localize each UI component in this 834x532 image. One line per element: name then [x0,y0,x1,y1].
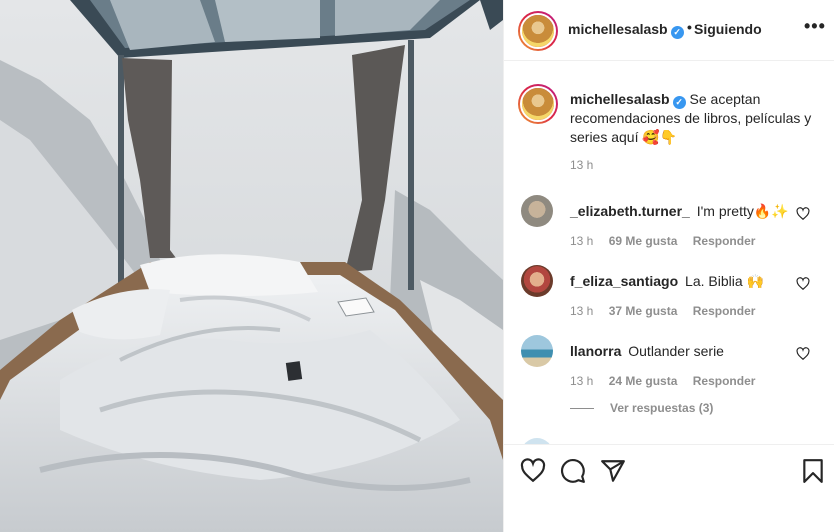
comment-icon[interactable] [560,458,586,484]
comment-text: llanorra Outlander serie [570,343,790,359]
author-username[interactable]: michellesalasb ✓ [568,21,684,39]
post-header: michellesalasb ✓ • Siguiendo ••• [504,0,834,61]
caption-timestamp[interactable]: 13 h [570,158,593,172]
commenter-avatar[interactable] [521,195,553,227]
reply-button[interactable]: Responder [693,234,756,248]
comment-body: Outlander serie [628,343,724,359]
caption-text: michellesalasb ✓ Se aceptan recomendacion… [570,90,820,146]
bookmark-icon[interactable] [800,458,826,484]
comments-section[interactable]: michellesalasb ✓ Se aceptan recomendacion… [504,62,834,444]
post-side-panel: michellesalasb ✓ • Siguiendo ••• michelle… [503,0,834,532]
comment-item: f_eliza_santiago La. Biblia 🙌 13 h 37 Me… [504,265,834,335]
commenter-username[interactable]: llanorra [570,343,621,359]
comment-time[interactable]: 13 h [570,304,593,318]
comment-meta: 13 h 69 Me gusta Responder [570,234,767,248]
like-comment-heart-icon[interactable] [796,277,810,291]
comment-likes[interactable]: 24 Me gusta [609,374,678,388]
post-photo[interactable] [0,0,503,532]
separator-dot: • [687,19,692,35]
comment-likes[interactable]: 69 Me gusta [609,234,678,248]
commenter-avatar[interactable] [521,265,553,297]
comment-meta: 13 h 37 Me gusta Responder [570,304,767,318]
comment-time[interactable]: 13 h [570,234,593,248]
share-icon[interactable] [600,458,626,484]
replies-divider-line [570,408,594,410]
glass-cabin-bed-photo [0,0,503,532]
author-username-text[interactable]: michellesalasb [568,21,668,37]
commenter-avatar[interactable] [521,335,553,367]
view-replies-button[interactable]: Ver respuestas (3) [570,401,713,415]
caption-username[interactable]: michellesalasb [570,91,670,107]
comment-text: f_eliza_santiago La. Biblia 🙌 [570,273,790,290]
verified-badge-icon: ✓ [670,26,684,39]
more-options-icon[interactable]: ••• [804,17,826,35]
like-comment-heart-icon[interactable] [796,207,810,221]
comment-text: _elizabeth.turner_ I'm pretty🔥✨ [570,203,790,220]
reply-button[interactable]: Responder [693,304,756,318]
commenter-username[interactable]: f_eliza_santiago [570,273,678,289]
heart-icon[interactable] [520,458,546,484]
comment-time[interactable]: 13 h [570,374,593,388]
like-comment-heart-icon[interactable] [796,347,810,361]
comment-likes[interactable]: 37 Me gusta [609,304,678,318]
author-avatar[interactable] [518,11,558,51]
comment-body: I'm pretty🔥✨ [696,203,789,219]
view-replies-label[interactable]: Ver respuestas (3) [610,401,713,415]
reply-button[interactable]: Responder [693,374,756,388]
comment-body: La. Biblia 🙌 [685,273,764,289]
post-actions-bar [504,444,834,532]
caption-author-avatar[interactable] [518,84,558,124]
verified-badge-icon: ✓ [672,96,686,109]
comment-meta: 13 h 24 Me gusta Responder [570,374,767,388]
comment-item: _elizabeth.turner_ I'm pretty🔥✨ 13 h 69 … [504,195,834,265]
commenter-username[interactable]: _elizabeth.turner_ [570,203,690,219]
following-button[interactable]: Siguiendo [694,21,762,37]
comment-item: llanorra Outlander serie 13 h 24 Me gust… [504,335,834,405]
